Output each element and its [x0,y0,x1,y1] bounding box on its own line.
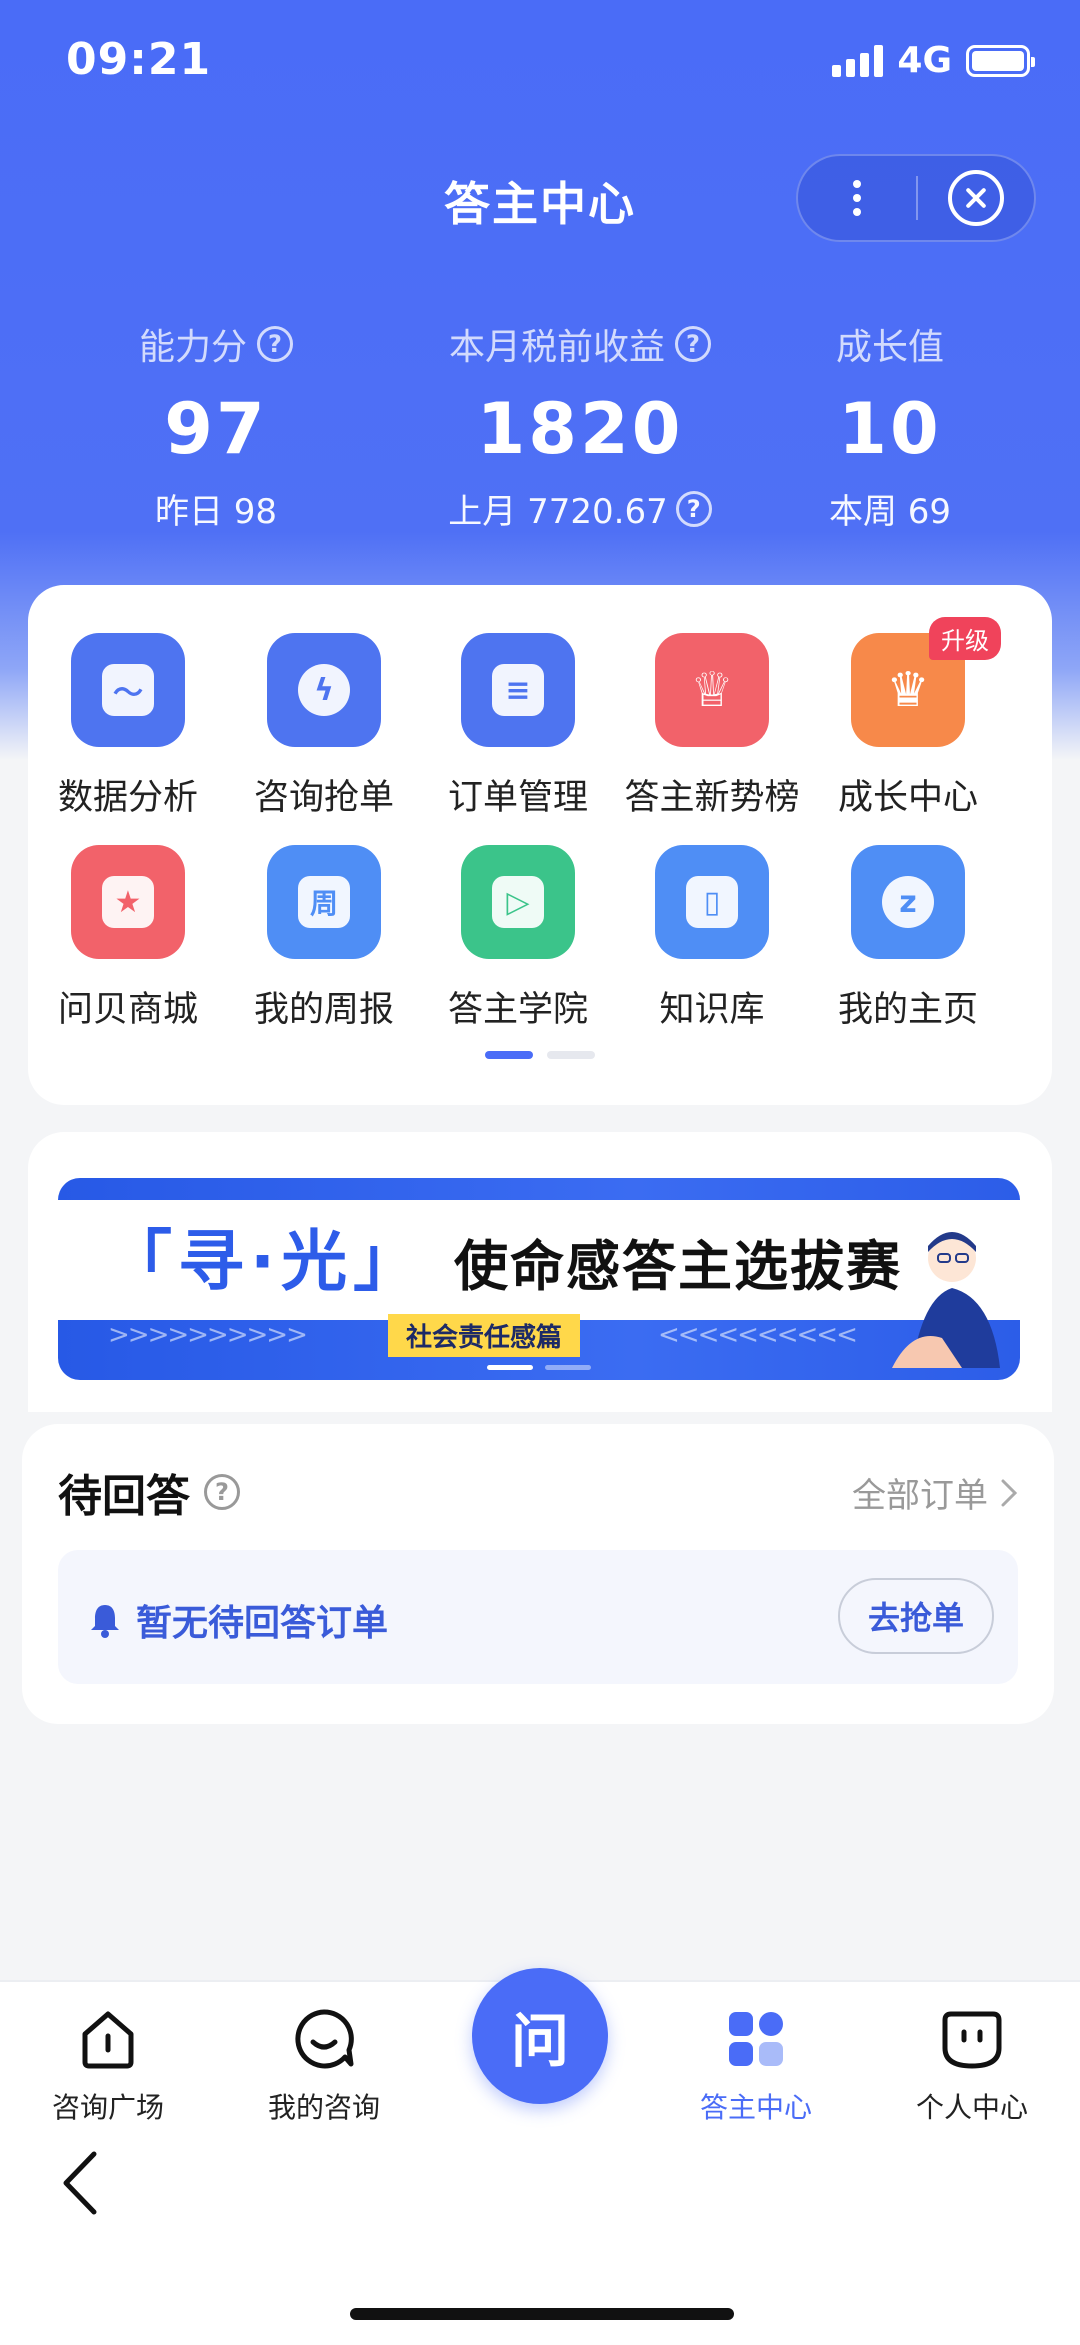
status-icons: 4G [832,40,1035,81]
lightning-icon: ϟ [267,633,381,747]
menu-item-label: 我的主页 [837,990,978,1030]
promo-banner[interactable]: 「寻·光」 使命感答主选拔赛 >>>>>>>>>> 社会责任感篇 <<<<<<<… [58,1178,1020,1380]
stat-ability-score[interactable]: 能力分? 97 昨日 98 [76,318,356,533]
stat-label: 能力分 [138,327,247,368]
tab-label: 答主中心 [699,2091,812,2124]
banner-title-left: 「寻·光」 [106,1223,426,1300]
stat-label: 本月税前收益 [448,327,665,368]
grab-order-button[interactable]: 去抢单 [838,1578,994,1654]
home-indicator [350,2308,734,2320]
home-icon [82,2011,134,2069]
tab-personal-center[interactable]: 个人中心 [864,2004,1080,2126]
battery-icon [966,44,1035,77]
miniprogram-capsule [796,154,1036,242]
star-icon: z [851,845,965,959]
empty-state: 暂无待回答订单 去抢单 [58,1550,1018,1684]
help-icon[interactable]: ? [204,1474,240,1510]
menu-item-weekly-report[interactable]: 周 我的周报 [224,845,424,1032]
stat-sub: 本周 69 [828,492,952,532]
menu-item-label: 我的周报 [253,990,394,1030]
mascot-illustration [892,1232,1000,1368]
document-icon: ≡ [461,633,575,747]
help-icon[interactable]: ? [675,490,712,527]
menu-item-data-analysis[interactable]: 〜 数据分析 [28,633,228,820]
feature-menu-card: 〜 数据分析 ϟ 咨询抢单 ≡ 订单管理 ♕ 答主新势榜 ♛ 升级 成长中心 ★… [28,585,1052,1105]
menu-item-label: 答主学院 [447,990,588,1030]
page-dot-active [485,1051,533,1059]
chat-icon [295,2009,354,2069]
page-dot [547,1051,595,1059]
play-icon: ▷ [461,845,575,959]
menu-item-academy[interactable]: ▷ 答主学院 [418,845,618,1032]
banner-arrows-left: >>>>>>>>>> [108,1320,308,1350]
section-title: 待回答 [58,1471,190,1522]
pending-answers-card: 待回答 ? 全部订单 暂无待回答订单 去抢单 [22,1424,1054,1724]
menu-item-knowledge-base[interactable]: ▯ 知识库 [612,845,812,1032]
menu-page-indicator [28,1051,1052,1059]
banner-arrows-right: <<<<<<<<<< [658,1320,858,1350]
help-icon[interactable]: ? [257,326,293,362]
ask-center-button[interactable]: 问 [472,1968,608,2104]
tab-answerer-center[interactable]: 答主中心 [648,2004,864,2126]
menu-item-consult-grab[interactable]: ϟ 咨询抢单 [224,633,424,820]
stat-growth-value[interactable]: 成长值 10 本周 69 [780,318,1000,533]
menu-item-my-homepage[interactable]: z 我的主页 [808,845,1008,1032]
network-type: 4G [897,40,952,81]
menu-item-label: 咨询抢单 [253,778,394,818]
menu-item-order-manage[interactable]: ≡ 订单管理 [418,633,618,820]
tab-consult-square[interactable]: 咨询广场 [0,2004,216,2126]
stat-value: 97 [164,388,268,470]
menu-item-label: 订单管理 [447,778,588,818]
menu-item-rising-rank[interactable]: ♕ 答主新势榜 [612,633,812,820]
upgrade-badge: 升级 [929,617,1001,660]
empty-message: 暂无待回答订单 [136,1603,389,1644]
menu-item-label: 知识库 [659,990,765,1030]
tab-my-consult[interactable]: 我的咨询 [216,2004,432,2126]
all-orders-link[interactable]: 全部订单 [852,1468,1018,1517]
stat-value: 1820 [476,388,684,470]
bell-icon [91,1605,119,1638]
status-time: 09:21 [66,34,212,85]
close-icon[interactable] [918,156,1034,240]
banner-page-indicator [58,1365,1020,1370]
stat-sub: 昨日 98 [154,492,278,532]
calendar-icon: 周 [267,845,381,959]
shop-icon: ★ [71,845,185,959]
apps-icon [729,2012,783,2066]
book-icon: ▯ [655,845,769,959]
chart-icon: 〜 [71,633,185,747]
face-icon [942,2011,1002,2069]
more-icon[interactable] [798,156,916,240]
tab-label: 我的咨询 [267,2091,380,2124]
signal-icon [832,44,884,77]
tab-label: 咨询广场 [51,2091,164,2124]
menu-item-label: 答主新势榜 [624,778,800,818]
stat-value: 10 [838,388,942,470]
help-icon[interactable]: ? [675,326,711,362]
banner-tag: 社会责任感篇 [388,1314,581,1357]
stat-monthly-income[interactable]: 本月税前收益? 1820 上月 7720.67? [400,318,760,533]
banner-title-right: 使命感答主选拔赛 [454,1235,902,1298]
status-bar: 09:21 4G [0,0,1080,120]
back-arrow-icon[interactable] [56,2148,106,2218]
all-orders-label: 全部订单 [852,1476,988,1516]
banner-card: 「寻·光」 使命感答主选拔赛 >>>>>>>>>> 社会责任感篇 <<<<<<<… [28,1132,1052,1412]
stat-label: 成长值 [835,327,944,368]
menu-item-label: 问贝商城 [57,990,198,1030]
menu-item-growth-center[interactable]: ♛ 升级 成长中心 [808,617,1008,820]
trophy-icon: ♕ [655,633,769,747]
stat-sub: 上月 7720.67 [448,492,668,532]
chevron-right-icon [1001,1479,1018,1506]
menu-item-label: 成长中心 [837,778,978,818]
tab-label: 个人中心 [915,2091,1028,2124]
crown-icon: ♛ 升级 [851,617,1001,747]
menu-item-shell-mall[interactable]: ★ 问贝商城 [28,845,228,1032]
menu-item-label: 数据分析 [57,778,198,818]
